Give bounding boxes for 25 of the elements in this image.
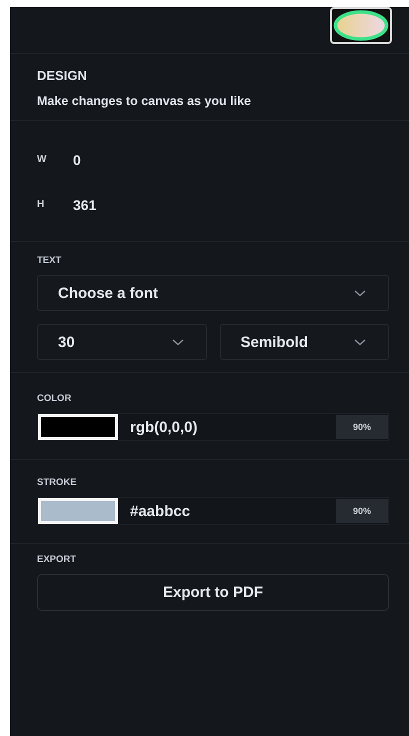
section-label: TEXT [37,255,62,268]
avatar-icon [333,10,389,41]
chevron-down-icon [354,338,366,346]
opacity-value: 90% [336,499,388,523]
dimension-value[interactable]: 361 [73,196,96,212]
export-button[interactable]: Export to PDF [37,574,389,611]
section-title: DESIGN [37,68,88,83]
font-select[interactable]: Choose a font [37,275,389,311]
dimension-value[interactable]: 0 [73,152,81,168]
dimension-label: W [37,154,48,165]
color-value[interactable]: #aabbcc [118,502,336,520]
section-subtitle: Make changes to canvas as you like [37,94,252,108]
color-value[interactable]: rgb(0,0,0) [118,418,336,436]
chevron-down-icon [172,338,184,346]
color-swatch[interactable] [38,498,118,524]
avatar-button[interactable] [330,7,392,44]
color-swatch[interactable] [38,414,118,440]
section-label: COLOR [37,393,72,406]
dimension-label: H [37,199,46,210]
weight-select[interactable]: Semibold [220,324,389,360]
section-label: EXPORT [37,554,78,567]
section-label: STROKE [37,477,78,490]
opacity-value: 90% [336,415,388,439]
chevron-down-icon [354,290,366,296]
size-select[interactable]: 30 [37,324,206,360]
